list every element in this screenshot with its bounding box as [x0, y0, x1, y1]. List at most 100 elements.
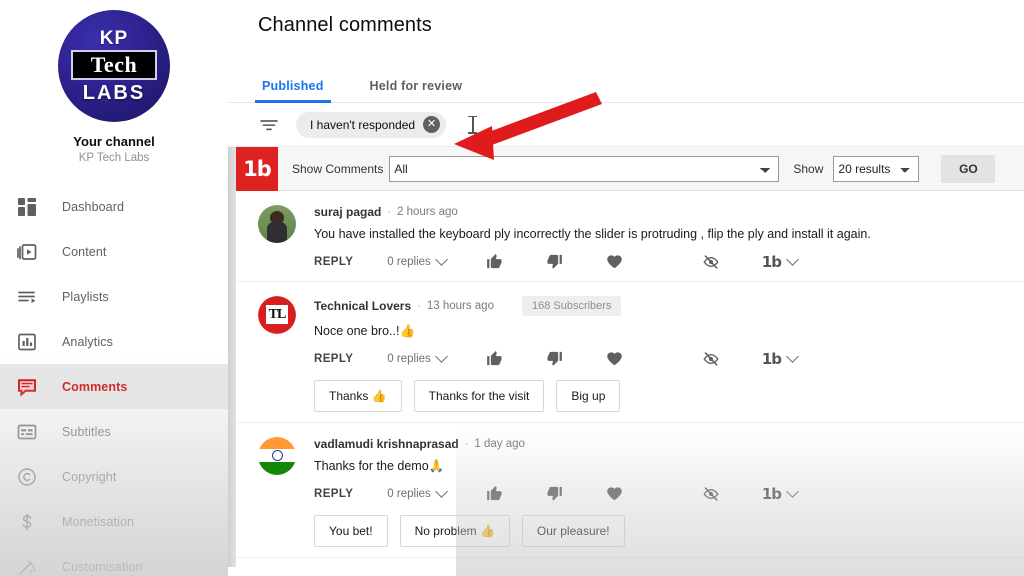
sidebar-label-copyright: Copyright: [62, 470, 116, 484]
comment-timestamp: 1 day ago: [474, 438, 525, 450]
comment-author[interactable]: vadlamudi krishnaprasad: [314, 437, 459, 451]
comment-item: TL Technical Lovers · 13 hours ago 168 S…: [236, 282, 1024, 423]
comment-text: Thanks for the demo🙏: [314, 458, 1004, 475]
sidebar-label-customisation: Customisation: [62, 560, 143, 574]
comment-author[interactable]: suraj pagad: [314, 205, 381, 219]
thumbs-down-icon[interactable]: [546, 485, 564, 503]
sidebar-item-monetisation[interactable]: Monetisation: [0, 499, 228, 544]
sidebar-item-subtitles[interactable]: Subtitles: [0, 409, 228, 454]
avatar[interactable]: [258, 205, 296, 243]
tubebuddy-inline-logo-icon: 1b: [762, 253, 781, 271]
separator-dot: ·: [387, 206, 391, 218]
replies-toggle[interactable]: 0 replies: [387, 488, 445, 500]
tab-published[interactable]: Published: [258, 79, 328, 102]
quick-reply-chips: You bet! No problem 👍 Our pleasure!: [314, 515, 1004, 547]
sidebar-label-playlists: Playlists: [62, 290, 109, 304]
replies-count-label: 0 replies: [387, 353, 430, 365]
replies-toggle[interactable]: 0 replies: [387, 353, 445, 365]
replies-count-label: 0 replies: [387, 256, 430, 268]
separator-dot: ·: [417, 300, 421, 312]
sidebar-item-dashboard[interactable]: Dashboard: [0, 184, 228, 229]
tubebuddy-comment-menu[interactable]: 1b: [762, 485, 797, 503]
hide-eye-slash-icon[interactable]: [702, 253, 720, 271]
comment-header: suraj pagad · 2 hours ago: [314, 205, 1004, 219]
filter-icon[interactable]: [258, 114, 280, 136]
tab-held-for-review[interactable]: Held for review: [366, 79, 467, 102]
hide-eye-slash-icon[interactable]: [702, 350, 720, 368]
comment-header: Technical Lovers · 13 hours ago 168 Subs…: [314, 296, 1004, 316]
avatar[interactable]: TL: [258, 296, 296, 334]
avatar[interactable]: [258, 437, 296, 475]
thumbs-down-icon[interactable]: [546, 253, 564, 271]
results-count-select[interactable]: 20 results: [833, 156, 919, 182]
replies-count-label: 0 replies: [387, 488, 430, 500]
logo-labs-text: LABS: [83, 83, 145, 103]
copyright-icon: [14, 464, 40, 490]
thumbs-down-icon[interactable]: [546, 350, 564, 368]
logo-tech-bar: Tech: [71, 50, 157, 79]
show-comments-select[interactable]: All: [389, 156, 779, 182]
sidebar-item-analytics[interactable]: Analytics: [0, 319, 228, 364]
comment-header: vadlamudi krishnaprasad · 1 day ago: [314, 437, 1004, 451]
thumbs-up-icon[interactable]: [486, 253, 504, 271]
tubebuddy-comment-menu[interactable]: 1b: [762, 253, 797, 271]
reply-button[interactable]: REPLY: [314, 353, 353, 365]
sidebar-item-customisation[interactable]: Customisation: [0, 544, 228, 576]
heart-icon[interactable]: [606, 485, 624, 503]
sidebar-nav: Dashboard Content: [0, 184, 228, 576]
avatar-monogram-circle: TL: [258, 296, 296, 334]
sidebar-item-copyright[interactable]: Copyright: [0, 454, 228, 499]
youtube-studio-window: KP Tech LABS Your channel KP Tech Labs D…: [0, 0, 1024, 576]
chevron-down-icon: [786, 254, 799, 267]
playlists-icon: [14, 284, 40, 310]
comment-item: vadlamudi krishnaprasad · 1 day ago Than…: [236, 423, 1024, 558]
reply-button[interactable]: REPLY: [314, 256, 353, 268]
hide-eye-slash-icon[interactable]: [702, 485, 720, 503]
separator-dot: ·: [465, 438, 469, 450]
sidebar-label-subtitles: Subtitles: [62, 425, 111, 439]
filter-chip-i-havent-responded[interactable]: I haven't responded ✕: [296, 112, 446, 138]
your-channel-label: Your channel: [0, 134, 228, 149]
comment-timestamp: 13 hours ago: [427, 300, 494, 312]
subtitles-icon: [14, 419, 40, 445]
comment-item: suraj pagad · 2 hours ago You have insta…: [236, 191, 1024, 282]
sidebar-item-comments[interactable]: Comments: [0, 364, 228, 409]
quick-reply-chip[interactable]: You bet!: [314, 515, 388, 547]
comment-text: You have installed the keyboard ply inco…: [314, 226, 1004, 243]
comment-actions: REPLY 0 replies: [314, 253, 1004, 271]
sidebar-label-dashboard: Dashboard: [62, 200, 124, 214]
content-icon: [14, 239, 40, 265]
tubebuddy-inline-logo-icon: 1b: [762, 485, 781, 503]
logo-kp-text: KP: [100, 29, 128, 48]
replies-toggle[interactable]: 0 replies: [387, 256, 445, 268]
quick-reply-chip[interactable]: No problem 👍: [400, 515, 510, 547]
reply-button[interactable]: REPLY: [314, 488, 353, 500]
sidebar-item-content[interactable]: Content: [0, 229, 228, 274]
tubebuddy-comment-menu[interactable]: 1b: [762, 350, 797, 368]
thumbs-up-icon[interactable]: [486, 350, 504, 368]
scrollbar-strip[interactable]: [228, 147, 236, 567]
heart-icon[interactable]: [606, 350, 624, 368]
sidebar-label-analytics: Analytics: [62, 335, 113, 349]
show-comments-label: Show Comments: [292, 162, 383, 176]
quick-reply-chip[interactable]: Thanks 👍: [314, 380, 402, 412]
go-button[interactable]: GO: [941, 155, 995, 183]
tubebuddy-toolbar: 1b Show Comments All Show 20 results GO: [236, 147, 1024, 191]
channel-name-label: KP Tech Labs: [0, 152, 228, 164]
quick-reply-chip[interactable]: Our pleasure!: [522, 515, 625, 547]
dollar-icon: [14, 509, 40, 535]
quick-reply-chip[interactable]: Thanks for the visit: [414, 380, 545, 412]
close-icon[interactable]: ✕: [423, 116, 440, 133]
comment-actions: REPLY 0 replies: [314, 350, 1004, 368]
comment-author[interactable]: Technical Lovers: [314, 299, 411, 313]
comment-text: Noce one bro..!👍: [314, 323, 1004, 340]
tubebuddy-logo-mark: 1b: [243, 157, 271, 181]
heart-icon[interactable]: [606, 253, 624, 271]
quick-reply-chip[interactable]: Big up: [556, 380, 620, 412]
comment-timestamp: 2 hours ago: [397, 206, 458, 218]
channel-logo: KP Tech LABS: [58, 10, 170, 122]
sidebar-item-playlists[interactable]: Playlists: [0, 274, 228, 319]
comments-list: suraj pagad · 2 hours ago You have insta…: [236, 191, 1024, 558]
thumbs-up-icon[interactable]: [486, 485, 504, 503]
chevron-down-icon: [435, 485, 448, 498]
